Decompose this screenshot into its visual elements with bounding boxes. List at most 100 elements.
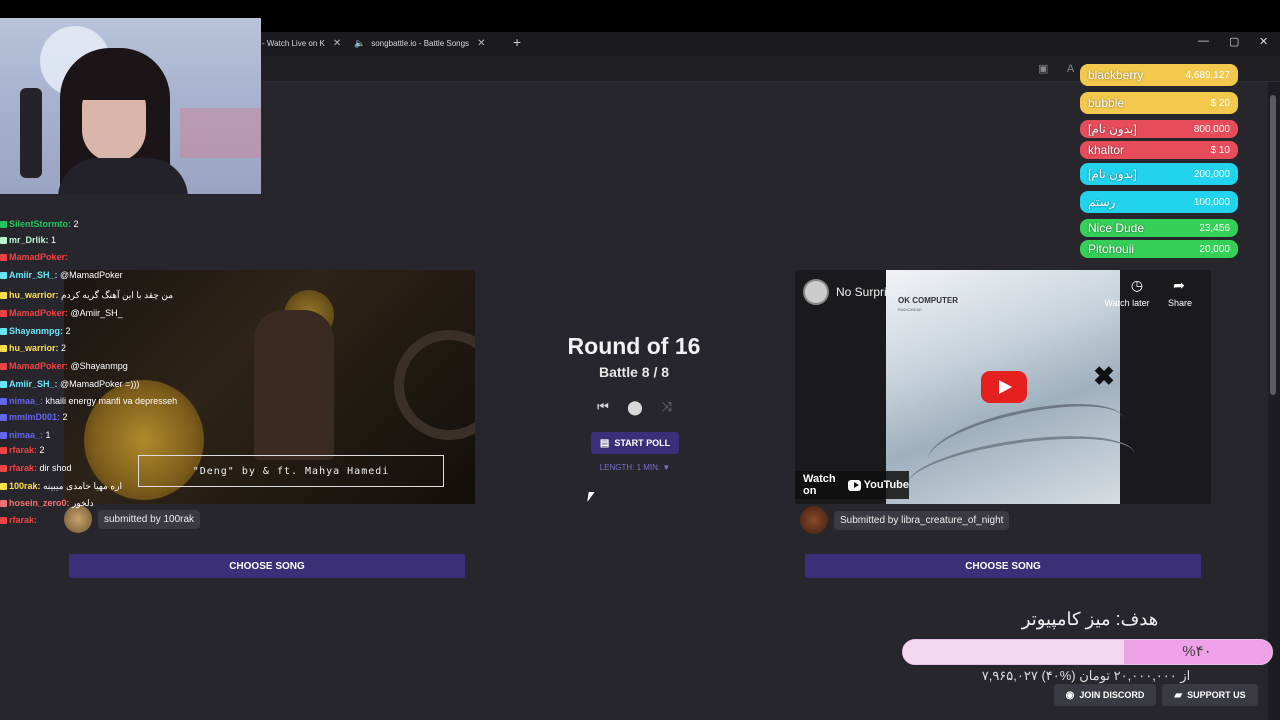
microphone [20,88,42,178]
album-title: OK COMPUTER [898,296,958,305]
chat-badge-icon [0,414,7,422]
donation-amount: 200,000 [1193,168,1230,180]
chat-text: 2 [63,326,71,336]
share-label[interactable]: Share [1161,298,1199,308]
chat-message: MamadPoker: @Amiir_SH_ [0,307,123,320]
watch-on-youtube-button[interactable]: Watch on YouTube [795,471,909,499]
chat-badge-icon [0,272,7,280]
chat-username: Amiir_SH_: [9,379,58,389]
share-icon[interactable]: ➦ [1167,277,1191,294]
donor-name: Pitohouii [1088,242,1135,256]
chat-message: 100rak: اره مهیا حامدی میبینه [0,480,122,493]
close-window-button[interactable]: ✕ [1259,35,1268,48]
donor-name: Nice Dude [1088,221,1145,235]
chat-text: 2 [37,445,45,455]
youtube-label: YouTube [863,479,909,491]
donor-name: [بدون نام] [1088,122,1137,136]
minimize-button[interactable]: — [1198,35,1209,47]
scrollbar-thumb[interactable] [1270,95,1276,395]
previous-icon[interactable]: ⏮ [594,398,612,416]
watch-later-label[interactable]: Watch later [1103,298,1151,308]
length-dropdown[interactable]: LENGTH: 1 MIN. ▼ [584,463,686,472]
chat-badge-icon [0,292,7,300]
chat-message: Shayanmpg: 2 [0,325,71,338]
chat-badge-icon [0,398,7,406]
new-tab-button[interactable]: + [513,34,521,50]
streamer-bangs [78,70,152,100]
close-icon[interactable]: ✕ [333,38,341,49]
donor-name: [بدون نام] [1088,167,1137,181]
leaderboard-row: blackberry 4,689,127 [1080,64,1238,86]
chat-message: Amiir_SH_: @MamadPoker =))) [0,378,139,391]
toolbar-icons[interactable]: ▣ A [1038,62,1082,75]
choose-right-song-button[interactable]: CHOOSE SONG [805,554,1201,578]
chat-message: rfarak: [0,514,37,527]
chat-username: rfarak: [9,515,38,525]
support-us-label: SUPPORT US [1187,690,1246,700]
chat-message: Amiir_SH_: @MamadPoker [0,269,123,282]
chat-badge-icon [0,328,7,336]
right-song-video[interactable]: OK COMPUTER RADIOHEAD ✖ No Surprises ◷ W… [795,270,1211,504]
chat-text: 1 [48,235,57,245]
leaderboard-row: bubble $ 20 [1080,92,1238,114]
pianist-image [254,310,334,460]
tab-songbattle[interactable]: 🔈 songbattle.io - Battle Songs ✕ [354,32,508,54]
chat-username: rfarak: [9,463,38,473]
chat-badge-icon [0,254,7,262]
leaderboard-row: رستم 100,000 [1080,191,1238,213]
chat-text: 2 [60,412,68,422]
chat-badge-icon [0,381,7,389]
video-title[interactable]: No Surprises [836,285,905,299]
chat-badge-icon [0,483,7,491]
chat-text: @Amiir_SH_ [68,308,123,318]
chat-badge-icon [0,310,7,318]
donation-amount: 23,456 [1199,222,1230,234]
chat-message: nimaa_: khaili energy manfi va depresseh [0,395,177,408]
join-discord-button[interactable]: ◉ JOIN DISCORD [1054,684,1156,706]
album-artist: RADIOHEAD [898,307,922,312]
leaderboard-row: khaltor $ 10 [1080,141,1238,159]
chat-username: Amiir_SH_: [9,270,58,280]
chat-badge-icon [0,237,7,245]
clock-icon[interactable]: ◷ [1117,277,1157,294]
support-icon: ▰ [1174,689,1183,701]
play-button[interactable] [981,371,1027,403]
chat-username: MamadPoker: [9,308,69,318]
chat-username: hu_warrior: [9,343,59,353]
donor-name: bubble [1088,96,1125,110]
goal-amount-text: ۷,۹۶۵,۰۲۷ از ۲۰,۰۰۰,۰۰۰ تومان (%۴۰) [981,668,1191,683]
choose-left-song-button[interactable]: CHOOSE SONG [69,554,465,578]
start-poll-button[interactable]: ▤ START POLL [591,432,679,454]
tab-kick[interactable]: - Watch Live on K ✕ [262,32,348,54]
chat-message: rfarak: dir shod [0,462,72,475]
donation-amount: $ 20 [1210,97,1230,109]
chat-username: Shayanmpg: [9,326,64,336]
chat-text: @MamadPoker [57,270,123,280]
donation-amount: $ 10 [1210,144,1230,156]
youtube-icon [848,479,861,491]
right-submitter: Submitted by libra_creature_of_night [800,506,1010,534]
support-us-button[interactable]: ▰ SUPPORT US [1162,684,1258,706]
album-x-mark: ✖ [1093,361,1115,391]
chat-text: @MamadPoker =))) [57,379,140,389]
battle-controls: ⏮ ⬤ ⤨ [594,398,676,416]
maximize-button[interactable]: ▢ [1229,35,1239,48]
chat-username: mmlmD001: [9,412,61,422]
chat-message: SilentStormto: 2 [0,218,79,231]
shuffle-icon[interactable]: ⤨ [658,398,676,416]
donor-name: blackberry [1088,68,1144,82]
stats-icon[interactable]: ⬤ [626,398,644,416]
join-discord-label: JOIN DISCORD [1079,690,1145,700]
chat-badge-icon [0,517,7,525]
leaderboard-row: [بدون نام] 800,000 [1080,120,1238,138]
battle-counter: Battle 8 / 8 [598,364,670,380]
chat-badge-icon [0,221,7,229]
chat-text: 2 [58,343,67,353]
chat-badge-icon [0,345,7,353]
watch-on-label: Watch on [803,473,836,497]
chat-message: MamadPoker: @Shayanmpg [0,360,128,373]
speaker-icon: 🔈 [354,37,366,48]
close-icon[interactable]: ✕ [477,38,485,49]
channel-avatar[interactable] [803,279,829,305]
chat-message: hosein_zero0: دلخور [0,497,94,510]
